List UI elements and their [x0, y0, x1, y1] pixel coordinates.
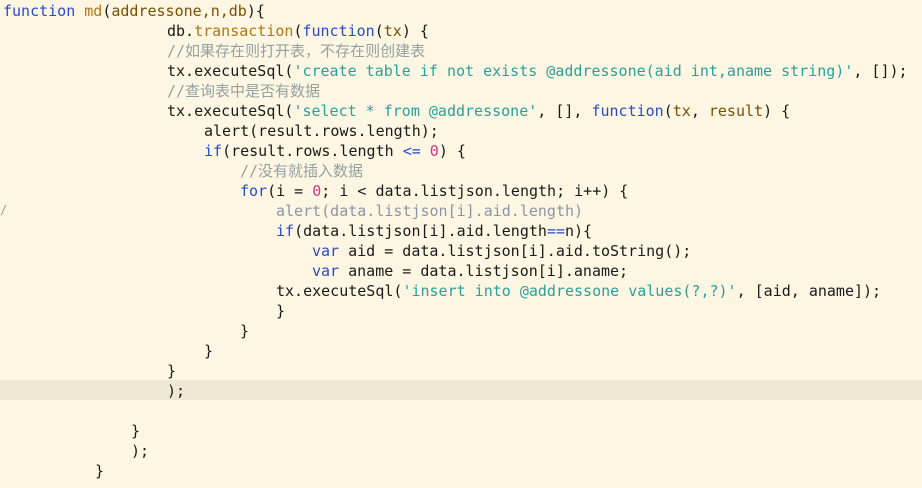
code-token: ( — [374, 22, 384, 40]
code-token: addressone,n,db — [111, 2, 247, 20]
code-line[interactable]: } — [276, 301, 285, 321]
code-token: (i = — [267, 182, 313, 200]
code-token: if — [276, 222, 295, 240]
code-token: //如果存在则打开表，不存在则创建表 — [167, 42, 426, 60]
code-line[interactable]: //没有就插入数据 — [240, 161, 363, 181]
code-token: 0 — [312, 182, 322, 200]
gutter-marker: / — [0, 203, 8, 217]
code-token: alert(result.rows.length); — [204, 122, 439, 140]
code-token: if — [204, 142, 223, 160]
code-line[interactable]: var aname = data.listjson[i].aname; — [312, 261, 628, 281]
code-token: //查询表中是否有数据 — [167, 82, 321, 100]
code-line[interactable]: } — [240, 321, 249, 341]
code-line[interactable]: function md(addressone,n,db){ — [3, 1, 265, 21]
code-token: var — [312, 242, 340, 260]
code-token: (data.listjson[i].aid.length — [294, 222, 547, 240]
code-token: } — [204, 342, 214, 360]
code-line[interactable]: } — [167, 361, 176, 381]
code-line[interactable]: tx.executeSql('create table if not exist… — [167, 61, 908, 81]
code-line[interactable]: if(result.rows.length <= 0) { — [204, 141, 466, 161]
code-token: result — [708, 102, 764, 120]
code-token: 'create table if not exists @addressone(… — [293, 62, 854, 80]
code-token: , []); — [853, 62, 908, 80]
code-token: ); — [167, 382, 186, 400]
code-token: <= — [402, 142, 421, 160]
code-token: n){ — [565, 222, 593, 240]
code-line[interactable]: tx.executeSql('insert into @addressone v… — [276, 281, 881, 301]
code-token: tx.executeSql( — [276, 282, 403, 300]
code-token: alert(data.listjson[i].aid.length) — [276, 202, 584, 220]
code-token: 'insert into @addressone values(?,?)' — [402, 282, 737, 300]
code-token: } — [131, 422, 141, 440]
code-token: ) — [246, 2, 256, 20]
code-token: { — [255, 2, 265, 20]
code-token: tx.executeSql( — [167, 62, 294, 80]
code-token: function — [3, 2, 76, 20]
code-token: function — [591, 102, 664, 120]
code-line[interactable]: alert(data.listjson[i].aid.length) — [276, 201, 583, 221]
code-token: aid = data.listjson[i].aid.toString(); — [339, 242, 692, 260]
code-token: ); — [131, 442, 150, 460]
code-line[interactable]: ); — [167, 381, 185, 401]
code-line[interactable]: } — [204, 341, 213, 361]
code-line[interactable]: var aid = data.listjson[i].aid.toString(… — [312, 241, 691, 261]
code-line[interactable]: tx.executeSql('select * from @addressone… — [167, 101, 790, 121]
code-token: //没有就插入数据 — [240, 162, 364, 180]
code-token: tx — [672, 102, 691, 120]
code-token: transaction — [194, 22, 294, 40]
code-token: var — [312, 262, 340, 280]
code-token: aname = data.listjson[i].aname; — [339, 262, 629, 280]
code-line[interactable]: } — [95, 461, 104, 481]
code-token: db. — [167, 22, 195, 40]
code-line[interactable]: if(data.listjson[i].aid.length==n){ — [276, 221, 592, 241]
code-token: == — [546, 222, 565, 240]
code-editor[interactable]: / function md(addressone,n,db){db.transa… — [0, 0, 922, 488]
code-token: ) { — [401, 22, 429, 40]
code-line[interactable]: //如果存在则打开表，不存在则创建表 — [167, 41, 425, 61]
code-token: for — [240, 182, 268, 200]
code-token: tx.executeSql( — [167, 102, 294, 120]
code-token: (result.rows.length — [222, 142, 403, 160]
code-line[interactable]: for(i = 0; i < data.listjson.length; i++… — [240, 181, 628, 201]
code-token: } — [240, 322, 250, 340]
code-token: ) { — [438, 142, 466, 160]
code-line[interactable]: alert(result.rows.length); — [204, 121, 439, 141]
code-token: 0 — [429, 142, 439, 160]
code-token: ; i < data.listjson.length; i++) { — [321, 182, 629, 200]
code-token: } — [95, 462, 105, 480]
code-token: function — [302, 22, 375, 40]
code-token: , [aid, aname]); — [736, 282, 882, 300]
code-token: md — [84, 2, 103, 20]
code-token: ) { — [763, 102, 791, 120]
code-token: , [], — [537, 102, 592, 120]
code-line[interactable]: } — [131, 421, 140, 441]
code-token: ( — [663, 102, 673, 120]
code-line[interactable]: db.transaction(function(tx) { — [167, 21, 429, 41]
code-token: } — [276, 302, 286, 320]
code-token: , — [690, 102, 709, 120]
code-line[interactable]: ); — [131, 441, 149, 461]
code-token: } — [167, 362, 177, 380]
code-line[interactable]: //查询表中是否有数据 — [167, 81, 320, 101]
code-token: tx — [383, 22, 402, 40]
current-line-highlight — [0, 380, 922, 400]
code-token: 'select * from @addressone' — [293, 102, 538, 120]
